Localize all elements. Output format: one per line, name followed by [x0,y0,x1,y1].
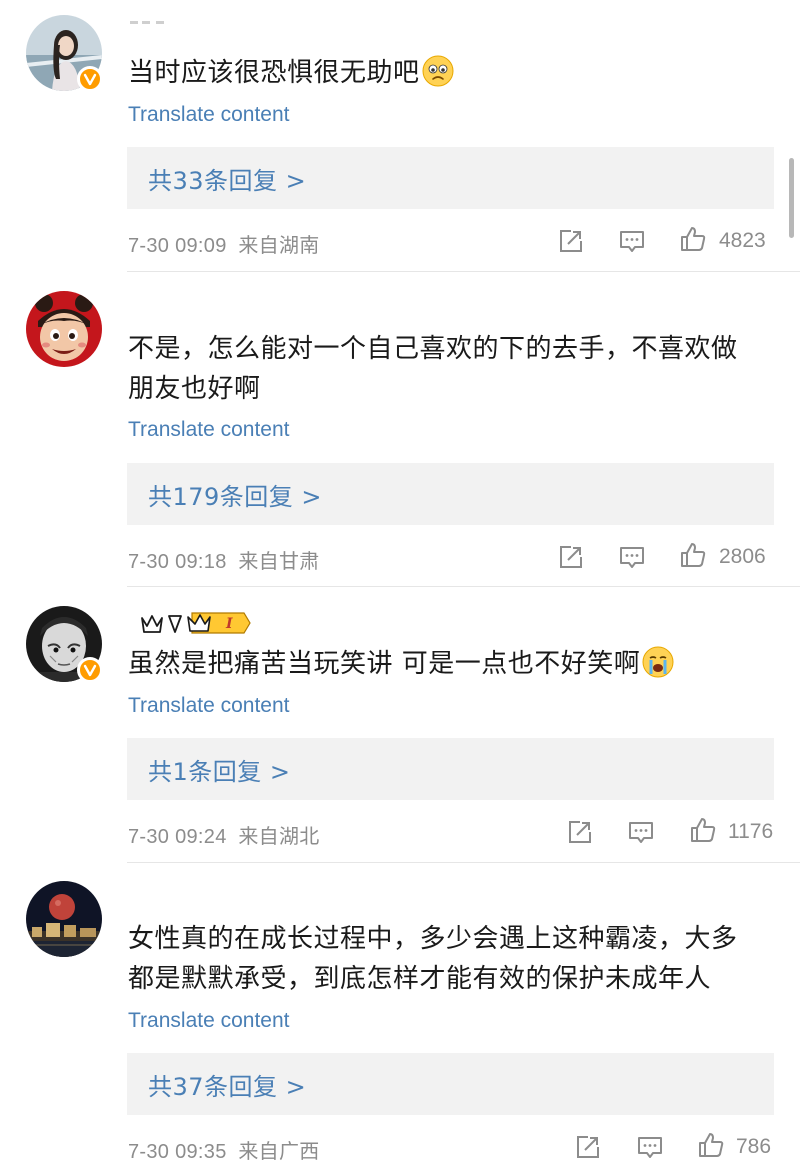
comment-text-line: 都是默默承受，到底怎样才能有效的保护未成年人 [128,964,712,994]
replies-label: 共37条回复 > [148,1073,307,1101]
thumbs-up-icon[interactable] [697,1131,725,1159]
location: 来自广西 [238,1141,320,1163]
like-count: 786 [736,1135,772,1158]
replies-button[interactable]: 共37条回复 > [127,1053,774,1115]
share-icon[interactable] [574,1133,602,1161]
comment-item: 女性真的在成长过程中，多少会遇上这种霸凌，大多 都是默默承受，到底怎样才能有效的… [0,0,800,1175]
avatar[interactable] [26,881,102,957]
translate-link[interactable]: Translate content [128,1009,289,1033]
timestamp: 7-30 09:35 [128,1141,227,1163]
comment-meta: 7-30 09:35 来自广西 [128,1135,320,1164]
comment-text: 女性真的在成长过程中，多少会遇上这种霸凌，大多 都是默默承受，到底怎样才能有效的… [128,919,768,999]
comment-icon[interactable] [636,1133,664,1161]
comment-text-line: 女性真的在成长过程中，多少会遇上这种霸凌，大多 [128,924,738,954]
